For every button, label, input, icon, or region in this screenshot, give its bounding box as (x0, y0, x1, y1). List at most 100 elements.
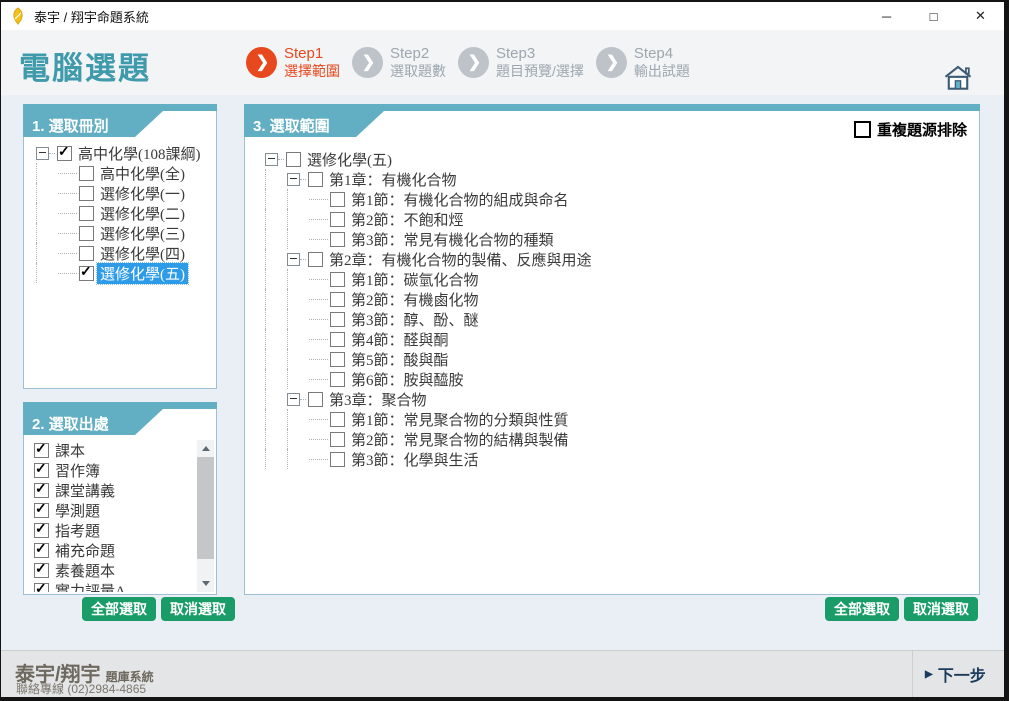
list-item-label[interactable]: 指考題 (52, 520, 103, 541)
checkbox[interactable] (34, 443, 49, 458)
close-button[interactable]: ✕ (957, 2, 1004, 30)
checkbox[interactable] (330, 212, 345, 227)
checkbox[interactable] (79, 246, 94, 261)
tree-item-label[interactable]: 選修化學(二) (97, 203, 188, 224)
panel3-deselect-all-button[interactable]: 取消選取 (904, 597, 978, 621)
checkbox[interactable] (57, 146, 72, 161)
tree-item-label[interactable]: 第5節：酸與酯 (348, 349, 452, 370)
tree-item-label[interactable]: 第4節：醛與酮 (348, 329, 452, 350)
tree-dash (58, 193, 77, 194)
checkbox[interactable] (286, 152, 301, 167)
step-sublabel: 選擇範圍 (284, 63, 340, 80)
checkbox[interactable] (79, 186, 94, 201)
tree-item: 選修化學(二) (26, 203, 214, 223)
list-item-label[interactable]: 學測題 (52, 500, 103, 521)
step-3[interactable]: ❯Step3題目預覽/選擇 (458, 45, 584, 79)
tree-item-label[interactable]: 第3節：常見有機化合物的種類 (348, 229, 557, 250)
exclude-duplicate-option[interactable]: 重複題源排除 (854, 119, 967, 140)
source-list-scrollbar[interactable] (197, 440, 214, 592)
step-4[interactable]: ❯Step4輸出試題 (596, 45, 690, 79)
expand-toggle-icon[interactable] (287, 393, 300, 406)
checkbox[interactable] (34, 583, 49, 593)
list-item: 指考題 (27, 520, 196, 540)
minimize-button[interactable]: ─ (863, 2, 910, 30)
tree-dash (58, 213, 77, 214)
tree-guide (265, 269, 287, 289)
checkbox[interactable] (330, 352, 345, 367)
checkbox[interactable] (34, 463, 49, 478)
expand-toggle-icon[interactable] (36, 147, 49, 160)
tree-item-label[interactable]: 選修化學(五) (97, 263, 188, 284)
tree-item-label[interactable]: 第3章：聚合物 (326, 389, 430, 410)
tree-item-label[interactable]: 第1節：碳氫化合物 (348, 269, 482, 290)
list-item-label[interactable]: 課本 (52, 440, 88, 461)
panel2-select-all-button[interactable]: 全部選取 (82, 597, 156, 621)
scrollbar-thumb[interactable] (197, 457, 214, 559)
expand-toggle-icon[interactable] (287, 173, 300, 186)
list-item-label[interactable]: 素養題本 (52, 560, 118, 581)
checkbox[interactable] (308, 252, 323, 267)
expand-toggle-icon[interactable] (265, 153, 278, 166)
checkbox[interactable] (79, 166, 94, 181)
tree-item: 第4節：醛與酮 (255, 329, 977, 349)
checkbox[interactable] (330, 452, 345, 467)
tree-item-label[interactable]: 第2節：有機鹵化物 (348, 289, 482, 310)
tree-item-label[interactable]: 高中化學(108課綱) (75, 143, 204, 164)
step-1[interactable]: ❯Step1選擇範圍 (246, 45, 340, 79)
checkbox[interactable] (330, 372, 345, 387)
tree-dash (309, 419, 328, 420)
panel3-select-all-button[interactable]: 全部選取 (825, 597, 899, 621)
maximize-button[interactable]: □ (910, 2, 957, 30)
checkbox[interactable] (330, 232, 345, 247)
checkbox[interactable] (308, 172, 323, 187)
tree-item-label[interactable]: 第2節：不飽和烴 (348, 209, 467, 230)
tree-dash (309, 319, 328, 320)
checkbox[interactable] (330, 332, 345, 347)
list-item-label[interactable]: 課堂講義 (52, 480, 118, 501)
checkbox[interactable] (330, 292, 345, 307)
checkbox[interactable] (34, 483, 49, 498)
expand-toggle-icon[interactable] (287, 253, 300, 266)
checkbox[interactable] (34, 543, 49, 558)
checkbox[interactable] (79, 206, 94, 221)
checkbox[interactable] (79, 226, 94, 241)
tree-item-label[interactable]: 第2章：有機化合物的製備、反應與用途 (326, 249, 595, 270)
panel2-deselect-all-button[interactable]: 取消選取 (161, 597, 235, 621)
checkbox[interactable] (330, 432, 345, 447)
checkbox[interactable] (34, 503, 49, 518)
tree-item-label[interactable]: 第3節：化學與生活 (348, 449, 482, 470)
tree-item-label[interactable]: 選修化學(一) (97, 183, 188, 204)
tree-guide (36, 183, 58, 203)
tree-item-label[interactable]: 第2節：常見聚合物的結構與製備 (348, 429, 572, 450)
tree-guide (287, 329, 309, 349)
tree-item-label[interactable]: 選修化學(四) (97, 243, 188, 264)
exclude-duplicate-checkbox[interactable] (854, 121, 871, 138)
list-item-label[interactable]: 習作簿 (52, 460, 103, 481)
list-item-label[interactable]: 實力評量A (52, 580, 129, 593)
checkbox[interactable] (34, 523, 49, 538)
tree-item-label[interactable]: 第1章：有機化合物 (326, 169, 460, 190)
tree-item-label[interactable]: 高中化學(全) (97, 163, 188, 184)
checkbox[interactable] (79, 266, 94, 281)
checkbox[interactable] (34, 563, 49, 578)
tree-item-label[interactable]: 第1節：有機化合物的組成與命名 (348, 189, 572, 210)
list-item-label[interactable]: 補充命題 (52, 540, 118, 561)
step-label: Step2 (390, 45, 446, 63)
tree-item: 第1節：有機化合物的組成與命名 (255, 189, 977, 209)
next-step-button[interactable]: ▶ 下一步 (912, 651, 1004, 697)
tree-item-label[interactable]: 第6節：胺與醯胺 (348, 369, 467, 390)
scroll-down-icon[interactable] (197, 575, 214, 592)
step-2[interactable]: ❯Step2選取題數 (352, 45, 446, 79)
tree-dash (309, 359, 328, 360)
checkbox[interactable] (330, 272, 345, 287)
tree-guide (265, 429, 287, 449)
scroll-up-icon[interactable] (197, 440, 214, 457)
tree-item-label[interactable]: 選修化學(三) (97, 223, 188, 244)
checkbox[interactable] (330, 412, 345, 427)
tree-item-label[interactable]: 第1節：常見聚合物的分類與性質 (348, 409, 572, 430)
checkbox[interactable] (330, 312, 345, 327)
tree-item-label[interactable]: 選修化學(五) (304, 149, 395, 170)
checkbox[interactable] (308, 392, 323, 407)
tree-item-label[interactable]: 第3節：醇、酚、醚 (348, 309, 482, 330)
checkbox[interactable] (330, 192, 345, 207)
